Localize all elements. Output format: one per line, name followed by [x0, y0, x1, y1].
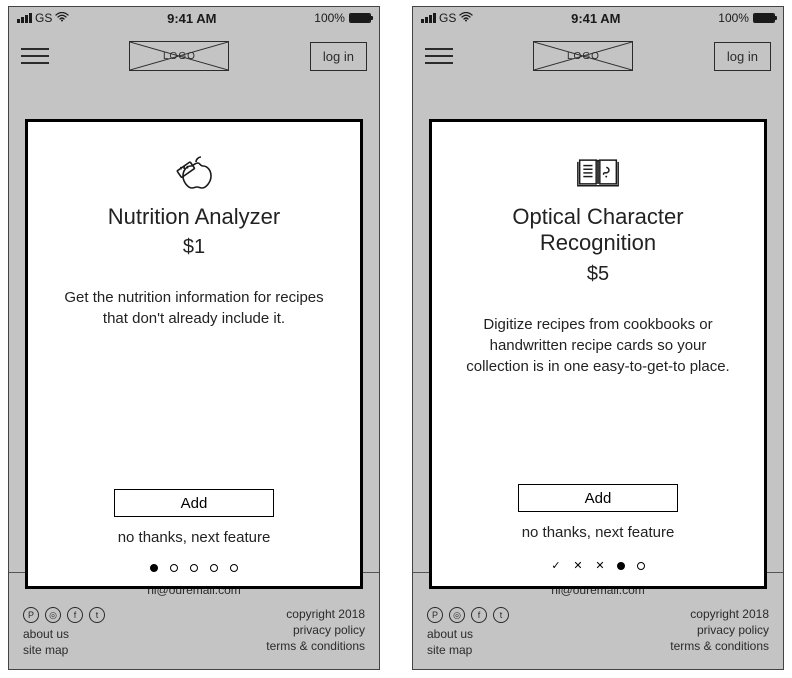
phone-body: Nutrition Analyzer $1 Get the nutrition … [9, 83, 379, 572]
pager-dots[interactable] [150, 564, 238, 572]
status-right: 100% [314, 11, 371, 25]
status-left: GS [17, 11, 69, 25]
status-time: 9:41 AM [571, 11, 620, 26]
pager-marks[interactable]: ✓ ✕ ✕ [551, 559, 645, 572]
footer-copyright: copyright 2018 [670, 607, 769, 621]
signal-icon [17, 13, 32, 23]
footer-terms-link[interactable]: terms & conditions [266, 639, 365, 653]
instagram-icon[interactable]: ◎ [449, 607, 465, 623]
top-nav: LOGO log in [9, 29, 379, 83]
open-book-icon [576, 150, 620, 194]
battery-pct: 100% [314, 11, 345, 25]
menu-icon[interactable] [21, 48, 49, 64]
pinterest-icon[interactable]: P [427, 607, 443, 623]
social-icons: P ◎ f t [23, 607, 105, 623]
feature-description: Digitize recipes from cookbooks or handw… [458, 314, 738, 377]
feature-price: $1 [183, 236, 205, 259]
feature-price: $5 [587, 263, 609, 286]
pager-dot[interactable] [210, 564, 218, 572]
status-time: 9:41 AM [167, 11, 216, 26]
footer-about-link[interactable]: about us [427, 627, 509, 641]
pager-dot[interactable] [170, 564, 178, 572]
footer-about-link[interactable]: about us [23, 627, 105, 641]
battery-icon [349, 13, 371, 23]
carrier-label: GS [35, 11, 52, 25]
add-button[interactable]: Add [114, 489, 274, 517]
modal-backdrop: Nutrition Analyzer $1 Get the nutrition … [9, 83, 379, 572]
top-nav: LOGO log in [413, 29, 783, 83]
wifi-icon [459, 11, 473, 25]
logo-placeholder[interactable]: LOGO [129, 41, 229, 71]
facebook-icon[interactable]: f [67, 607, 83, 623]
facebook-icon[interactable]: f [471, 607, 487, 623]
footer-privacy-link[interactable]: privacy policy [670, 623, 769, 637]
twitter-icon[interactable]: t [493, 607, 509, 623]
feature-modal: Nutrition Analyzer $1 Get the nutrition … [25, 119, 363, 589]
signal-icon [421, 13, 436, 23]
status-right: 100% [718, 11, 775, 25]
pager-dot[interactable] [230, 564, 238, 572]
pager-dot[interactable] [190, 564, 198, 572]
status-left: GS [421, 11, 473, 25]
pager-dot[interactable] [637, 562, 645, 570]
pager-dot[interactable] [617, 562, 625, 570]
footer-copyright: copyright 2018 [266, 607, 365, 621]
menu-icon[interactable] [425, 48, 453, 64]
twitter-icon[interactable]: t [89, 607, 105, 623]
carrier-label: GS [439, 11, 456, 25]
feature-title: Optical Character Recognition [458, 204, 738, 257]
pager-check-icon[interactable]: ✓ [551, 559, 561, 572]
battery-icon [753, 13, 775, 23]
phone-body: Optical Character Recognition $5 Digitiz… [413, 83, 783, 572]
feature-description: Get the nutrition information for recipe… [54, 287, 334, 329]
modal-backdrop: Optical Character Recognition $5 Digitiz… [413, 83, 783, 572]
social-icons: P ◎ f t [427, 607, 509, 623]
footer-privacy-link[interactable]: privacy policy [266, 623, 365, 637]
skip-link[interactable]: no thanks, next feature [118, 529, 271, 546]
feature-title: Nutrition Analyzer [108, 204, 280, 230]
pinterest-icon[interactable]: P [23, 607, 39, 623]
skip-link[interactable]: no thanks, next feature [522, 524, 675, 541]
login-button[interactable]: log in [714, 42, 771, 71]
footer-sitemap-link[interactable]: site map [427, 643, 509, 657]
footer-sitemap-link[interactable]: site map [23, 643, 105, 657]
status-bar: GS 9:41 AM 100% [413, 7, 783, 29]
phone-frame-right: GS 9:41 AM 100% LOGO log in [412, 6, 784, 670]
battery-pct: 100% [718, 11, 749, 25]
login-button[interactable]: log in [310, 42, 367, 71]
phone-frame-left: GS 9:41 AM 100% LOGO log in [8, 6, 380, 670]
pager-dot[interactable] [150, 564, 158, 572]
apple-ruler-icon [172, 150, 216, 194]
pager-cross-icon[interactable]: ✕ [573, 559, 583, 572]
instagram-icon[interactable]: ◎ [45, 607, 61, 623]
status-bar: GS 9:41 AM 100% [9, 7, 379, 29]
feature-modal: Optical Character Recognition $5 Digitiz… [429, 119, 767, 589]
footer-terms-link[interactable]: terms & conditions [670, 639, 769, 653]
add-button[interactable]: Add [518, 484, 678, 512]
logo-placeholder[interactable]: LOGO [533, 41, 633, 71]
pager-cross-icon[interactable]: ✕ [595, 559, 605, 572]
wifi-icon [55, 11, 69, 25]
